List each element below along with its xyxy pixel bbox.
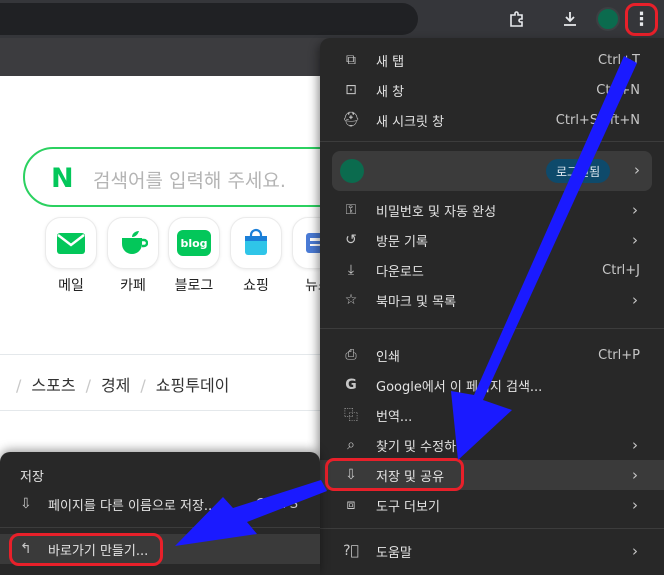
- menu-item-more-tools[interactable]: ⧈ 도구 더보기 ›: [320, 490, 664, 520]
- naver-logo-icon: N: [51, 163, 74, 194]
- chevron-right-icon: ›: [632, 436, 638, 454]
- menu-item-help[interactable]: ?⃝ 도움말 ›: [320, 536, 664, 566]
- shortcut-blog[interactable]: blog 블로그: [168, 217, 220, 295]
- profile-avatar[interactable]: [596, 7, 620, 31]
- key-icon: ⚿: [345, 202, 357, 218]
- star-icon: ☆: [344, 292, 358, 308]
- profile-avatar: [340, 159, 364, 183]
- new-tab-icon: ⧉: [346, 52, 356, 68]
- menu-profile-row[interactable]: 로그인됨 ›: [332, 151, 652, 191]
- menu-item-downloads[interactable]: ⤓ 다운로드 Ctrl+J: [320, 255, 664, 285]
- news-category-nav: / 스포츠 / 경제 / 쇼핑투데이: [16, 376, 230, 395]
- find-page-icon: ⌕: [347, 437, 355, 453]
- nav-shopping-today[interactable]: 쇼핑투데이: [156, 376, 230, 395]
- history-icon: ↺: [345, 232, 357, 248]
- menu-item-google-search[interactable]: G Google에서 이 페이지 검색...: [320, 370, 664, 400]
- menu-divider: [320, 328, 664, 329]
- menu-item-print[interactable]: ⎙ 인쇄 Ctrl+P: [320, 340, 664, 370]
- kebab-menu-icon[interactable]: ⋮: [625, 3, 658, 36]
- chevron-right-icon: ›: [632, 291, 638, 309]
- menu-divider: [0, 527, 320, 528]
- chevron-right-icon: ›: [632, 231, 638, 249]
- shortcut-shopping[interactable]: 쇼핑: [230, 217, 282, 295]
- help-icon: ?⃝: [343, 543, 359, 559]
- menu-divider: [320, 528, 664, 529]
- menu-item-incognito[interactable]: ⛑ 새 시크릿 창 Ctrl+Shift+N: [320, 105, 664, 135]
- google-g-icon: G: [345, 377, 357, 393]
- menu-item-find-edit[interactable]: ⌕ 찾기 및 수정하기 ›: [320, 430, 664, 460]
- nav-sports[interactable]: 스포츠: [31, 376, 75, 395]
- toolbox-icon: ⧈: [346, 497, 356, 513]
- printer-icon: ⎙: [345, 347, 357, 363]
- highlight-create-shortcut: [9, 533, 163, 566]
- browser-toolbar: ⋮: [0, 0, 664, 38]
- menu-divider: [320, 141, 664, 142]
- chevron-right-icon: ›: [632, 466, 638, 484]
- chevron-right-icon: ›: [632, 201, 638, 219]
- menu-item-new-tab[interactable]: ⧉ 새 탭 Ctrl+T: [320, 45, 664, 75]
- download-icon[interactable]: [558, 7, 582, 31]
- menu-item-save-page-as[interactable]: ⇩ 페이지를 다른 이름으로 저장... Ctrl+S: [0, 489, 320, 519]
- blog-icon: blog: [168, 217, 220, 269]
- address-bar[interactable]: [0, 3, 418, 35]
- puzzle-icon[interactable]: [505, 7, 529, 31]
- chevron-right-icon: ›: [634, 161, 640, 179]
- shortcut-mail[interactable]: 메일: [45, 217, 97, 295]
- signed-in-badge: 로그인됨: [546, 159, 611, 183]
- cafe-icon: [107, 217, 159, 269]
- menu-item-history[interactable]: ↺ 방문 기록 ›: [320, 225, 664, 255]
- menu-item-new-window[interactable]: ⊡ 새 창 Ctrl+N: [320, 75, 664, 105]
- chevron-right-icon: ›: [632, 496, 638, 514]
- menu-item-translate[interactable]: ⿻ 번역...: [320, 400, 664, 430]
- shopping-bag-icon: [230, 217, 282, 269]
- mail-icon: [45, 217, 97, 269]
- submenu-title: 저장: [20, 470, 44, 485]
- search-placeholder: 검색어를 입력해 주세요.: [93, 170, 286, 192]
- highlight-save-share: [325, 458, 464, 491]
- download-icon: ⤓: [347, 262, 355, 278]
- translate-icon: ⿻: [344, 408, 358, 424]
- shortcut-cafe[interactable]: 카페: [107, 217, 159, 295]
- chevron-right-icon: ›: [632, 542, 638, 560]
- new-window-icon: ⊡: [345, 82, 357, 98]
- chrome-main-menu: ⧉ 새 탭 Ctrl+T ⊡ 새 창 Ctrl+N ⛑ 새 시크릿 창 Ctrl…: [320, 38, 664, 575]
- incognito-icon: ⛑: [342, 112, 360, 128]
- menu-item-bookmarks[interactable]: ☆ 북마크 및 목록 ›: [320, 285, 664, 315]
- menu-item-passwords[interactable]: ⚿ 비밀번호 및 자동 완성 ›: [320, 195, 664, 225]
- nav-economy[interactable]: 경제: [101, 376, 130, 395]
- save-page-icon: ⇩: [20, 496, 32, 512]
